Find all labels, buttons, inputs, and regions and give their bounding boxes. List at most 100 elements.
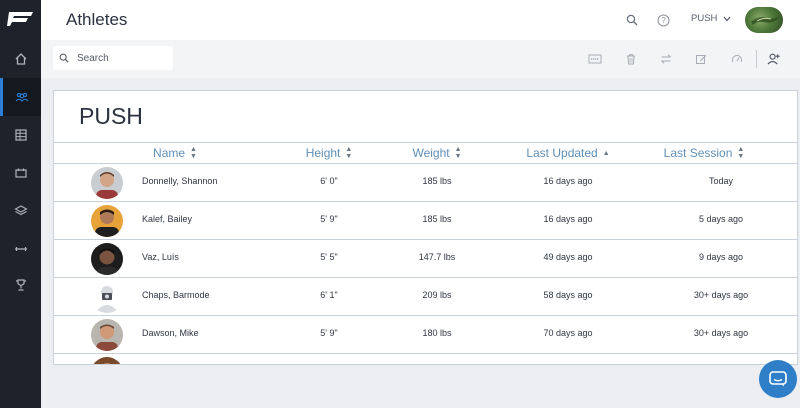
athlete-avatar <box>91 319 123 351</box>
sort-asc-icon: ▲ <box>602 149 610 157</box>
chat-icon <box>769 371 787 387</box>
athlete-weight: 185 lbs <box>422 214 452 224</box>
page-footer-area <box>41 366 800 408</box>
team-heading: PUSH <box>79 103 143 129</box>
sort-icon: ▲ ▼ <box>190 146 197 160</box>
athlete-last-session: 30+ days ago <box>693 328 749 338</box>
logo-icon <box>6 12 33 26</box>
trophy-icon <box>15 279 26 291</box>
athletes-card: PUSH Name ▲ ▼ Height ▲ ▼ Weight ▲ ▼ Last Up… <box>53 90 798 365</box>
sidebar-item-home[interactable] <box>0 40 41 78</box>
athlete-name[interactable]: Kalef, Bailey <box>142 214 192 224</box>
athlete-height: 5' 9" <box>320 214 338 224</box>
team-selector-label: PUSH <box>691 13 718 24</box>
athlete-weight: 209 lbs <box>422 290 452 300</box>
table-row[interactable]: Kalef, Bailey 5' 9" 185 lbs 16 days ago … <box>54 202 797 240</box>
athletes-table: Name ▲ ▼ Height ▲ ▼ Weight ▲ ▼ Last Updated… <box>54 142 797 364</box>
trash-icon <box>627 54 635 65</box>
sidebar-item-calendar[interactable] <box>0 154 41 192</box>
team-selector[interactable]: PUSH <box>691 13 731 24</box>
athlete-last-session: 5 days ago <box>698 214 744 224</box>
column-header-label: Weight <box>412 146 450 160</box>
delete-button[interactable] <box>624 52 638 66</box>
chat-launcher-button[interactable] <box>759 360 797 398</box>
athlete-name[interactable]: Donnelly, Shannon <box>142 176 217 186</box>
search-icon <box>59 53 69 63</box>
athlete-height: 6' 1" <box>320 290 338 300</box>
sort-icon: ▲ ▼ <box>737 146 745 160</box>
athlete-weight: 185 lbs <box>422 176 452 186</box>
sidebar-item-exercises[interactable] <box>0 230 41 268</box>
home-icon <box>15 53 26 65</box>
column-header-label: Height <box>305 146 341 160</box>
user-avatar[interactable] <box>745 7 783 33</box>
athlete-weight: 180 lbs <box>422 328 452 338</box>
sidebar-item-layers[interactable] <box>0 192 41 230</box>
svg-text:?: ? <box>661 16 666 25</box>
toolbar-divider <box>756 50 757 68</box>
column-header-last-session[interactable]: Last Session ▲ ▼ <box>664 146 745 160</box>
athlete-avatar <box>91 243 123 275</box>
athlete-last-session: 9 days ago <box>698 252 744 262</box>
athlete-last-session: 30+ days ago <box>693 290 749 300</box>
table-row[interactable]: Donnelly, Shannon 6' 0" 185 lbs 16 days … <box>54 164 797 202</box>
column-header-label: Name <box>153 146 186 160</box>
help-icon[interactable]: ? <box>655 12 671 28</box>
table-header: Name ▲ ▼ Height ▲ ▼ Weight ▲ ▼ Last Updated… <box>54 142 797 164</box>
chevron-down-icon <box>723 16 731 21</box>
athlete-name[interactable]: Dawson, Mike <box>142 328 199 338</box>
transfer-icon <box>661 54 671 64</box>
sidebar-item-athletes[interactable] <box>0 78 41 116</box>
camera-icon <box>91 281 123 313</box>
sidebar <box>0 0 41 408</box>
sort-icon: ▲ ▼ <box>345 146 353 160</box>
search-icon[interactable] <box>624 12 640 28</box>
sort-icon: ▲ ▼ <box>454 146 462 160</box>
add-athlete-button[interactable] <box>767 52 781 66</box>
page-title: Athletes <box>66 10 128 29</box>
gauge-button[interactable] <box>730 52 744 66</box>
athlete-height: 5' 5" <box>320 252 338 262</box>
column-header-name[interactable]: Name ▲ ▼ <box>153 146 197 160</box>
add-user-icon <box>767 53 780 65</box>
athlete-last-updated: 58 days ago <box>543 290 593 300</box>
athlete-last-session: Today <box>708 176 734 186</box>
athletes-icon <box>15 92 29 102</box>
edit-icon <box>696 55 707 64</box>
athlete-name[interactable]: Vaz, Luís <box>142 252 179 262</box>
search-input[interactable] <box>77 52 163 64</box>
table-row[interactable]: Dawson, Mike 5' 9" 180 lbs 70 days ago 3… <box>54 316 797 354</box>
app-logo[interactable] <box>0 0 41 38</box>
sidebar-item-table[interactable] <box>0 116 41 154</box>
dumbbell-icon <box>14 247 27 251</box>
athlete-avatar <box>91 167 123 199</box>
athlete-name[interactable]: Chaps, Barmode <box>142 290 210 300</box>
top-header: Athletes ? PUSH <box>41 0 800 40</box>
athlete-avatar <box>91 205 123 237</box>
table-row[interactable]: Chaps, Barmode 6' 1" 209 lbs 58 days ago… <box>54 278 797 316</box>
search-box[interactable] <box>53 46 173 70</box>
calendar-icon <box>14 168 27 178</box>
csv-icon <box>588 54 602 64</box>
athlete-last-updated: 70 days ago <box>543 328 593 338</box>
column-header-last-updated[interactable]: Last Updated ▲ <box>526 146 609 160</box>
athlete-weight: 147.7 lbs <box>418 252 456 262</box>
column-header-weight[interactable]: Weight ▲ ▼ <box>412 146 461 160</box>
athlete-height: 5' 9" <box>320 328 338 338</box>
sidebar-item-leaderboard[interactable] <box>0 266 41 304</box>
athlete-height: 6' 0" <box>320 176 338 186</box>
athlete-last-updated: 16 days ago <box>543 214 593 224</box>
table-icon <box>14 129 27 141</box>
athlete-last-updated: 49 days ago <box>543 252 593 262</box>
athlete-avatar <box>91 357 123 364</box>
transfer-button[interactable] <box>659 52 673 66</box>
column-header-label: Last Updated <box>526 146 598 160</box>
table-row[interactable]: Vaz, Luís 5' 5" 147.7 lbs 49 days ago 9 … <box>54 240 797 278</box>
athlete-last-updated: 16 days ago <box>543 176 593 186</box>
table-row[interactable] <box>54 354 797 364</box>
column-header-height[interactable]: Height ▲ ▼ <box>306 146 353 160</box>
gauge-icon <box>732 55 742 63</box>
edit-button[interactable] <box>694 52 708 66</box>
export-csv-button[interactable] <box>588 52 602 66</box>
column-header-label: Last Session <box>663 146 733 160</box>
